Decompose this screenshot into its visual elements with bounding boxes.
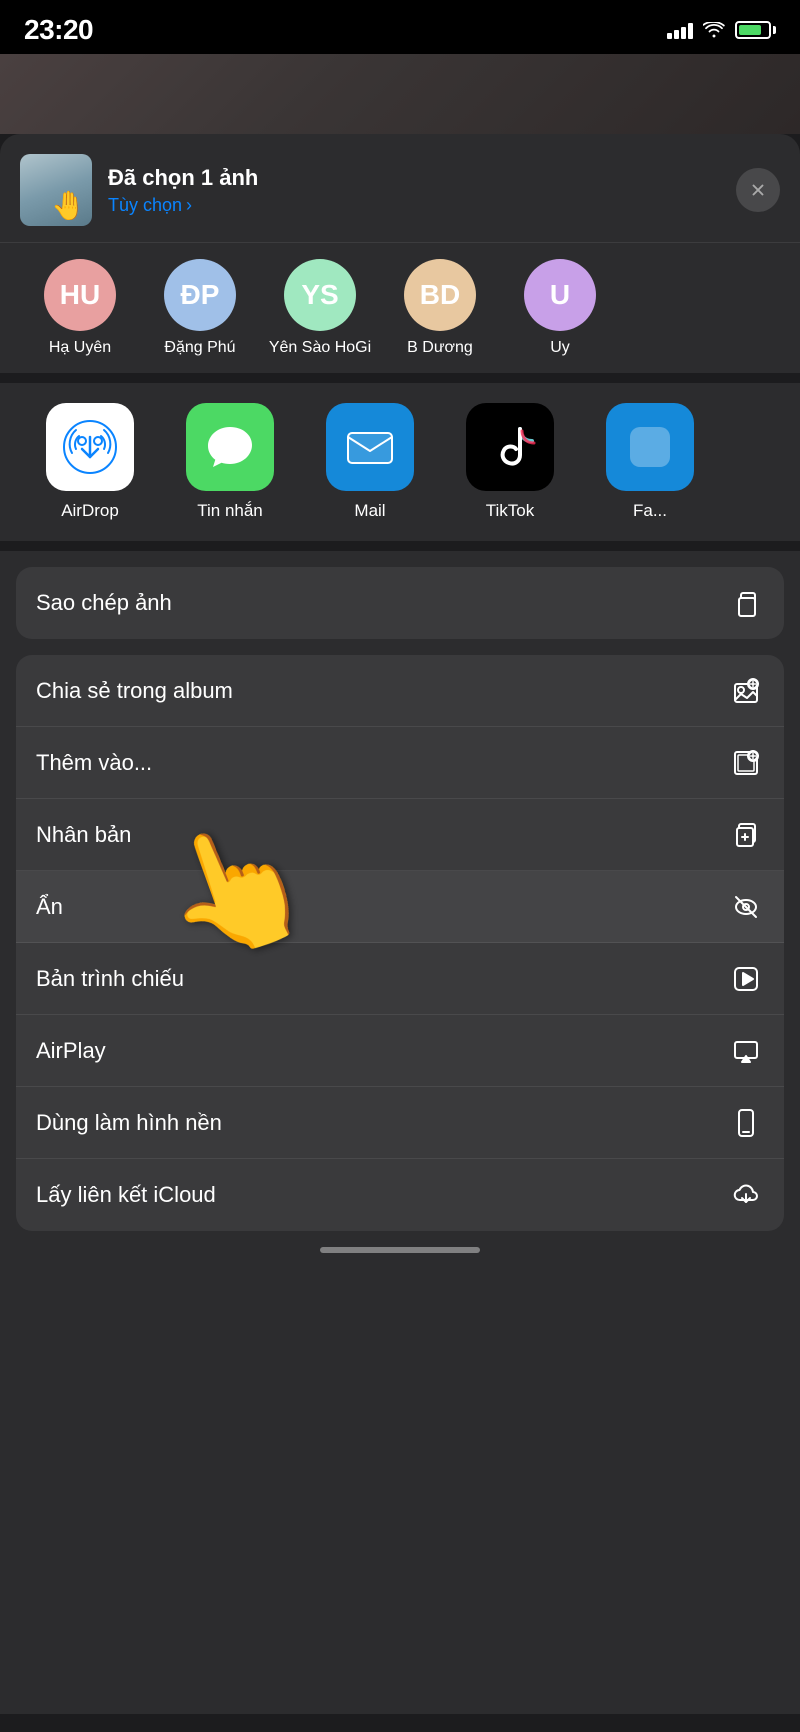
person-item-3[interactable]: BD B Dương: [380, 259, 500, 357]
action-slideshow[interactable]: Bản trình chiếu: [16, 943, 784, 1015]
person-name-0: Hạ Uyên: [49, 339, 111, 357]
app-item-tin-nhắn[interactable]: Tin nhắn: [160, 403, 300, 521]
action-label-add-to: Thêm vào...: [36, 750, 152, 776]
share-subtitle[interactable]: Tùy chọn ›: [108, 195, 720, 216]
airplay-icon: [728, 1033, 764, 1069]
close-button[interactable]: [736, 168, 780, 212]
person-item-1[interactable]: ĐP Đặng Phú: [140, 259, 260, 357]
action-hide[interactable]: Ẩn: [16, 871, 784, 943]
action-copy-photo[interactable]: Sao chép ảnh: [16, 567, 784, 639]
action-label-slideshow: Bản trình chiếu: [36, 966, 184, 992]
apps-row: AirDrop Tin nhắn Mail TikTok Fa...: [0, 383, 800, 541]
share-sheet: 🤚 Đã chọn 1 ảnh Tùy chọn › HU Hạ Uyên ĐP…: [0, 134, 800, 1714]
action-airplay[interactable]: AirPlay: [16, 1015, 784, 1087]
phone-icon: [728, 1105, 764, 1141]
wifi-icon: [703, 22, 725, 38]
status-bar: 23:20: [0, 0, 800, 54]
app-label-2: Mail: [354, 501, 385, 521]
share-title: Đã chọn 1 ảnh: [108, 165, 720, 191]
action-wallpaper[interactable]: Dùng làm hình nền: [16, 1087, 784, 1159]
share-album-icon: [728, 673, 764, 709]
action-share-album[interactable]: Chia sẻ trong album: [16, 655, 784, 727]
app-icon-airdrop: [46, 403, 134, 491]
action-add-to[interactable]: Thêm vào...: [16, 727, 784, 799]
app-item-fa...[interactable]: Fa...: [580, 403, 720, 521]
person-name-4: Uy: [550, 339, 570, 357]
app-label-1: Tin nhắn: [197, 501, 263, 521]
person-item-0[interactable]: HU Hạ Uyên: [20, 259, 140, 357]
person-item-4[interactable]: U Uy: [500, 259, 620, 357]
action-label-airplay: AirPlay: [36, 1038, 106, 1064]
background-blur: [0, 54, 800, 134]
app-icon-messages: [186, 403, 274, 491]
signal-bars: [667, 21, 693, 39]
person-name-1: Đặng Phú: [164, 339, 235, 357]
app-label-4: Fa...: [633, 501, 667, 521]
app-icon-partial: [606, 403, 694, 491]
person-avatar-1: ĐP: [164, 259, 236, 331]
section-divider: [0, 373, 800, 383]
hide-icon: [728, 889, 764, 925]
action-label-duplicate: Nhân bản: [36, 822, 131, 848]
person-name-2: Yên Sào HoGi: [269, 339, 371, 357]
home-indicator: [320, 1247, 480, 1253]
person-avatar-4: U: [524, 259, 596, 331]
duplicate-icon: [728, 817, 764, 853]
play-icon: [728, 961, 764, 997]
app-item-airdrop[interactable]: AirDrop: [20, 403, 160, 521]
person-avatar-3: BD: [404, 259, 476, 331]
share-preview-thumb: 🤚: [20, 154, 92, 226]
copy-icon: [728, 585, 764, 621]
action-label-wallpaper: Dùng làm hình nền: [36, 1110, 222, 1136]
action-label-share-album: Chia sẻ trong album: [36, 678, 233, 704]
person-avatar-2: YS: [284, 259, 356, 331]
share-header: 🤚 Đã chọn 1 ảnh Tùy chọn ›: [0, 134, 800, 243]
app-item-mail[interactable]: Mail: [300, 403, 440, 521]
people-row: HU Hạ Uyên ĐP Đặng Phú YS Yên Sào HoGi B…: [0, 243, 800, 373]
person-name-3: B Dương: [407, 339, 473, 357]
action-duplicate[interactable]: Nhân bản: [16, 799, 784, 871]
person-avatar-0: HU: [44, 259, 116, 331]
time: 23:20: [24, 14, 93, 46]
person-item-2[interactable]: YS Yên Sào HoGi: [260, 259, 380, 357]
section-divider-2: [0, 541, 800, 551]
action-list-group: Chia sẻ trong album Thêm vào... Nhân bản…: [16, 655, 784, 1231]
battery-icon: [735, 21, 776, 39]
action-copy-photo-label: Sao chép ảnh: [36, 590, 172, 616]
action-label-icloud-link: Lấy liên kết iCloud: [36, 1182, 216, 1208]
action-label-hide: Ẩn: [36, 894, 63, 920]
app-item-tiktok[interactable]: TikTok: [440, 403, 580, 521]
icloud-icon: [728, 1177, 764, 1213]
app-label-0: AirDrop: [61, 501, 119, 521]
app-icon-tiktok: [466, 403, 554, 491]
action-icloud-link[interactable]: Lấy liên kết iCloud: [16, 1159, 784, 1231]
add-album-icon: [728, 745, 764, 781]
app-icon-mail: [326, 403, 414, 491]
status-icons: [667, 21, 776, 39]
action-copy-photo-group: Sao chép ảnh: [16, 567, 784, 639]
share-header-info: Đã chọn 1 ảnh Tùy chọn ›: [108, 165, 720, 216]
app-label-3: TikTok: [486, 501, 535, 521]
